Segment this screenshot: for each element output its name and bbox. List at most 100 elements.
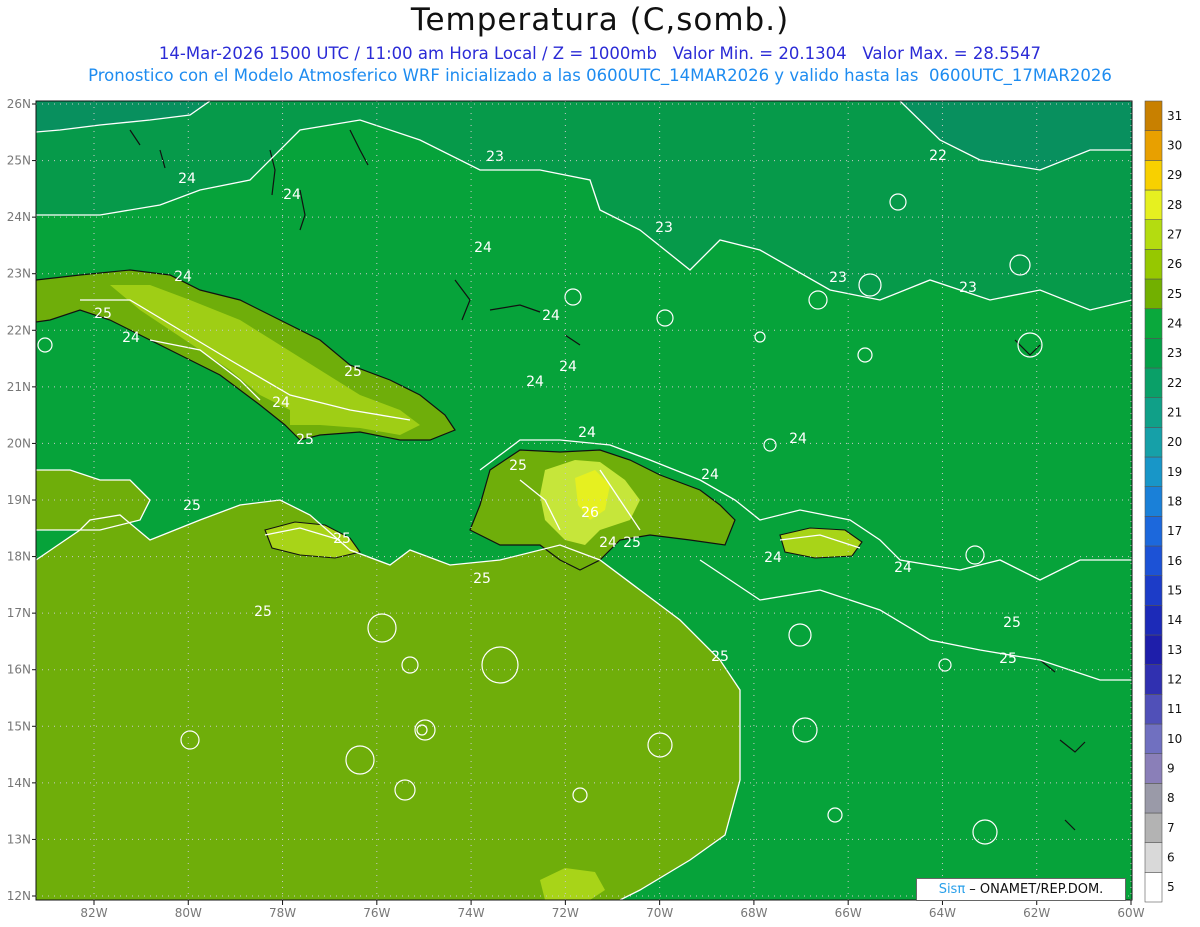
lat-label: 17N: [7, 606, 31, 620]
colorbar-cell: [1144, 664, 1163, 695]
lat-label: 12N: [7, 889, 31, 903]
lon-label: 68W: [740, 906, 767, 920]
lat-label: 25N: [7, 154, 31, 168]
colorbar-label: 24: [1167, 317, 1182, 331]
contour-label: 25: [711, 649, 729, 665]
lon-label: 62W: [1023, 906, 1050, 920]
colorbar-label: 9: [1167, 762, 1175, 776]
contour-label: 24: [174, 269, 192, 285]
colorbar-cell: [1144, 783, 1163, 814]
longitude-labels: 82W 80W 78W 76W 74W 72W 70W 68W 66W 64W 62W 60W: [80, 900, 1145, 920]
contour-label: 24: [578, 425, 596, 441]
colorbar-label: 23: [1167, 346, 1182, 360]
contour-label: 23: [486, 149, 504, 165]
contour-label: 25: [254, 604, 272, 620]
colorbar-label: 25: [1167, 287, 1182, 301]
colorbar-label: 16: [1167, 554, 1182, 568]
contour-label: 23: [655, 220, 673, 236]
contour-label: 24: [599, 535, 617, 551]
lat-label: 18N: [7, 550, 31, 564]
contour-label: 25: [623, 535, 641, 551]
colorbar-cell: [1144, 486, 1163, 517]
colorbar: 5 6 7 8 9 10 11 12 13 14 15 16 17 18 19 20 21 22 23 24 25 26 2…: [1144, 100, 1182, 903]
colorbar-cell: [1144, 516, 1163, 547]
contour-label: 24: [474, 240, 492, 256]
colorbar-cell: [1144, 189, 1163, 220]
lon-label: 64W: [929, 906, 956, 920]
contour-label: 24: [789, 431, 807, 447]
lat-label: 19N: [7, 493, 31, 507]
colorbar-cell: [1144, 278, 1163, 309]
colorbar-label: 20: [1167, 435, 1182, 449]
contour-label: 24: [542, 308, 560, 324]
lon-label: 70W: [646, 906, 673, 920]
colorbar-cell: [1144, 575, 1163, 606]
contour-label: 25: [473, 571, 491, 587]
contour-label: 25: [94, 306, 112, 322]
colorbar-cell: [1144, 367, 1163, 398]
colorbar-cell: [1144, 694, 1163, 725]
lon-label: 60W: [1117, 906, 1144, 920]
lat-label: 24N: [7, 210, 31, 224]
colorbar-cell: [1144, 427, 1163, 458]
colorbar-cell: [1144, 456, 1163, 487]
contour-label: 24: [526, 374, 544, 390]
credit-text: – ONAMET/REP.DOM.: [965, 882, 1104, 897]
lat-label: 15N: [7, 719, 31, 733]
colorbar-label: 17: [1167, 524, 1182, 538]
colorbar-cell: [1144, 130, 1163, 161]
colorbar-label: 7: [1167, 821, 1175, 835]
colorbar-label: 8: [1167, 791, 1175, 805]
contour-label: 24: [272, 395, 290, 411]
colorbar-label: 14: [1167, 613, 1182, 627]
colorbar-cell: [1144, 753, 1163, 784]
lon-label: 66W: [835, 906, 862, 920]
colorbar-label: 26: [1167, 257, 1182, 271]
contour-label: 25: [296, 432, 314, 448]
lat-label: 26N: [7, 97, 31, 111]
contour-label: 26: [581, 505, 599, 521]
colorbar-cell: [1144, 397, 1163, 428]
contour-label: 25: [509, 458, 527, 474]
colorbar-label: 21: [1167, 406, 1182, 420]
contour-label: 25: [1003, 615, 1021, 631]
contour-label: 25: [344, 364, 362, 380]
latitude-labels: 26N 25N 24N 23N 22N 21N 20N 19N 18N 17N 16N 15N 14N 1…: [7, 97, 36, 903]
colorbar-cell: [1144, 249, 1163, 280]
lat-label: 16N: [7, 663, 31, 677]
contour-label: 24: [559, 359, 577, 375]
colorbar-label: 13: [1167, 643, 1182, 657]
contour-label: 22: [929, 148, 947, 164]
colorbar-cell: [1144, 605, 1163, 636]
lat-label: 14N: [7, 776, 31, 790]
contour-label: 24: [178, 171, 196, 187]
colorbar-cell: [1144, 338, 1163, 369]
colorbar-label: 27: [1167, 228, 1182, 242]
contour-label: 24: [894, 560, 912, 576]
lat-label: 13N: [7, 832, 31, 846]
colorbar-label: 15: [1167, 584, 1182, 598]
lon-label: 72W: [552, 906, 579, 920]
colorbar-cell: [1144, 634, 1163, 665]
colorbar-cell: [1144, 545, 1163, 576]
contour-label: 25: [999, 651, 1017, 667]
colorbar-cell: [1144, 872, 1163, 903]
colorbar-label: 10: [1167, 732, 1182, 746]
colorbar-label: 11: [1167, 702, 1182, 716]
credit-box: Sisπ – ONAMET/REP.DOM.: [916, 878, 1126, 901]
contour-label: 25: [333, 531, 351, 547]
colorbar-label: 18: [1167, 495, 1182, 509]
lat-label: 23N: [7, 267, 31, 281]
map-plot-area: 22 23 23 23 23 24 24 24 24 24 24 24 24 24 24 24 24 24 24 24…: [36, 101, 1132, 900]
lat-label: 20N: [7, 436, 31, 450]
colorbar-label: 28: [1167, 198, 1182, 212]
colorbar-label: 12: [1167, 673, 1182, 687]
lon-label: 74W: [458, 906, 485, 920]
contour-label: 23: [829, 270, 847, 286]
lon-label: 76W: [363, 906, 390, 920]
colorbar-cell: [1144, 842, 1163, 873]
lat-label: 22N: [7, 323, 31, 337]
lon-label: 80W: [175, 906, 202, 920]
colorbar-label: 19: [1167, 465, 1182, 479]
lon-label: 78W: [269, 906, 296, 920]
